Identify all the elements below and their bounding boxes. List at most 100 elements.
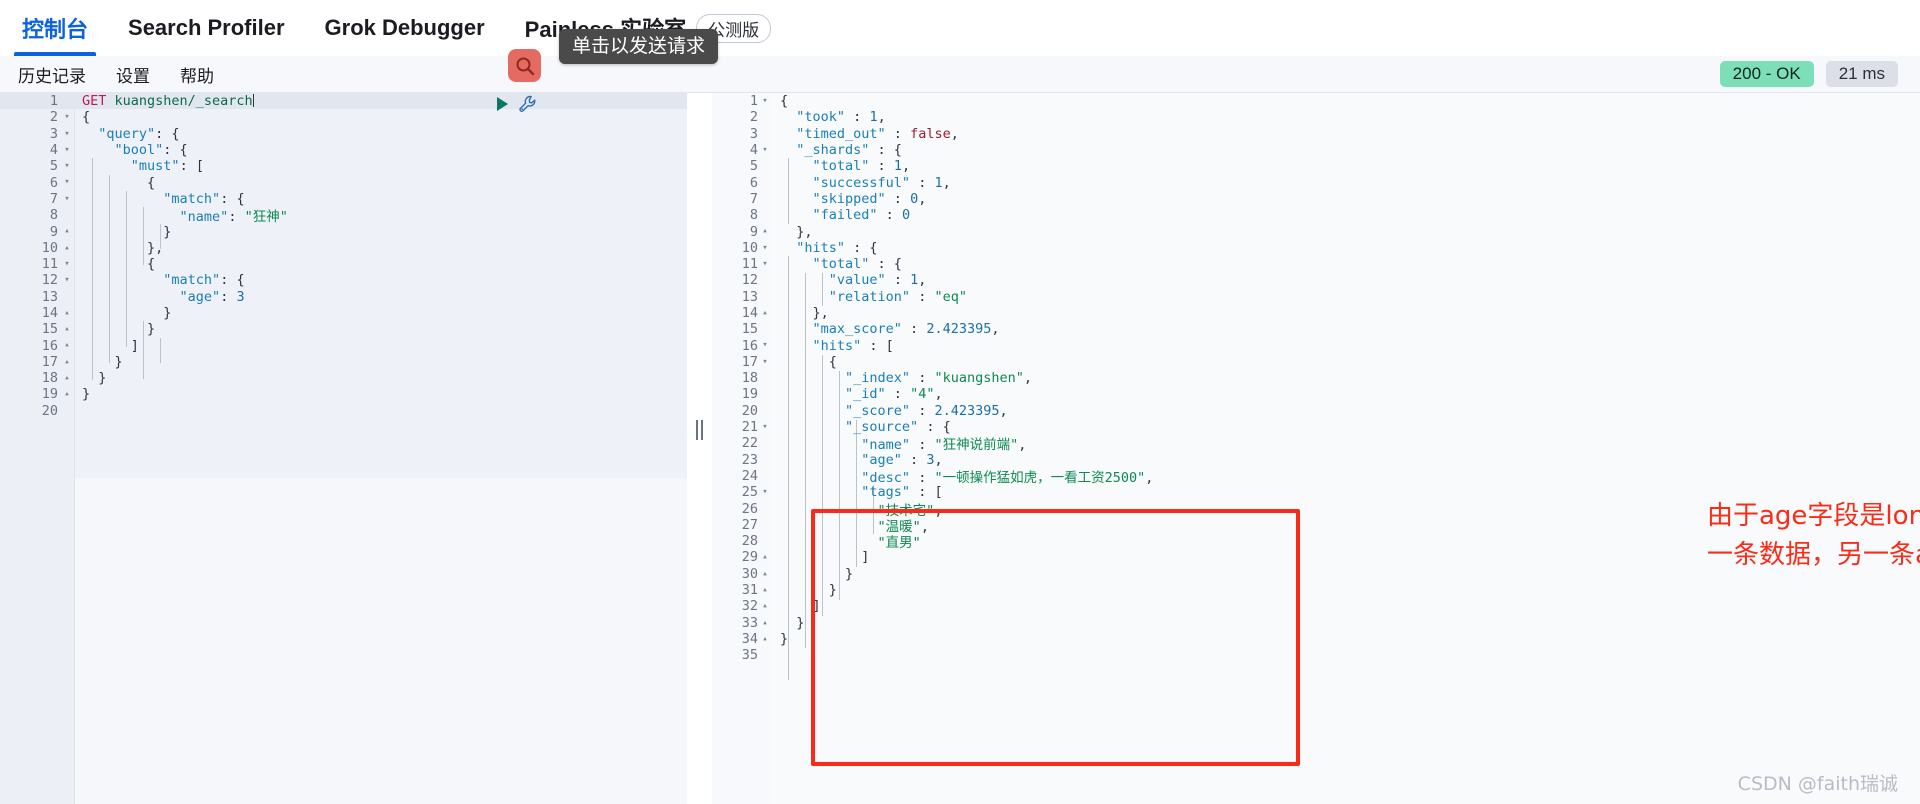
code-line[interactable]: 18 "_index" : "kuangshen", (712, 370, 1920, 386)
code-line[interactable]: 17 ▴ } (0, 354, 687, 370)
fold-toggle-icon[interactable]: ▴ (60, 386, 74, 402)
search-icon[interactable] (508, 49, 541, 82)
code-line[interactable]: 11 ▾ { (0, 256, 687, 272)
code-line[interactable]: 4 ▾ "_shards" : { (712, 142, 1920, 158)
line-number: 15 (41, 321, 58, 338)
code-line[interactable]: 6 "successful" : 1, (712, 174, 1920, 191)
pane-splitter[interactable] (687, 93, 713, 804)
code-line[interactable]: 34 ▴} (712, 631, 1920, 647)
code-text: } (74, 386, 687, 402)
subnav-item-help[interactable]: 帮助 (180, 62, 214, 87)
fold-toggle-icon[interactable]: ▾ (60, 126, 74, 142)
fold-toggle-icon[interactable]: ▴ (60, 305, 74, 321)
code-text: } (74, 224, 687, 240)
fold-toggle-icon[interactable]: ▾ (758, 142, 772, 158)
code-line[interactable]: 22 "name" : "狂神说前端", (712, 435, 1920, 453)
fold-toggle-icon[interactable]: ▴ (60, 321, 74, 337)
code-line[interactable]: 2 "took" : 1, (712, 109, 1920, 125)
fold-toggle-icon[interactable]: ▴ (758, 305, 772, 321)
annotation-note: 由于age字段是long型，所以精确匹配了，就只查出了 一条数据，另一条age为… (1707, 497, 1920, 575)
response-code-rows[interactable]: 1 ▾{2 "took" : 1, 3 "timed_out" : false, 4 ▾… (712, 93, 1920, 663)
code-line[interactable]: 5 ▾ "must": [ (0, 158, 687, 174)
fold-toggle-icon[interactable]: ▾ (60, 272, 74, 288)
code-line[interactable]: 8 "name": "狂神" (0, 207, 687, 225)
response-viewer-pane[interactable]: 1 ▾{2 "took" : 1, 3 "timed_out" : false, 4 ▾… (712, 93, 1920, 804)
code-line[interactable]: 18 ▴ } (0, 370, 687, 386)
code-line[interactable]: 20 "_score" : 2.423395, (712, 403, 1920, 419)
code-line[interactable]: 5 "total" : 1, (712, 158, 1920, 174)
tab-console[interactable]: 控制台 (6, 0, 104, 56)
code-line[interactable]: 14 ▴ } (0, 305, 687, 321)
code-line[interactable]: 1 ▾ { (712, 93, 1920, 109)
fold-toggle-icon[interactable]: ▾ (60, 142, 74, 158)
fold-toggle-icon[interactable]: ▴ (758, 582, 772, 598)
fold-toggle-icon[interactable]: ▾ (60, 109, 74, 125)
fold-toggle-icon[interactable]: ▾ (60, 191, 74, 207)
code-line[interactable]: 3 ▾ "query": { (0, 126, 687, 142)
fold-toggle-icon[interactable]: ▾ (758, 256, 772, 272)
fold-toggle-icon[interactable]: ▴ (60, 370, 74, 386)
tab-grok-debugger[interactable]: Grok Debugger (309, 0, 501, 56)
tab-search-profiler[interactable]: Search Profiler (112, 0, 301, 56)
code-line[interactable]: 2 ▾ { (0, 109, 687, 125)
code-line[interactable]: 4 ▾ "bool": { (0, 142, 687, 158)
code-line[interactable]: 10 ▴ }, (0, 240, 687, 256)
code-line[interactable]: 32 ▴ ] (712, 598, 1920, 614)
fold-toggle-icon[interactable]: ▴ (758, 615, 772, 631)
code-line[interactable]: 24 "desc" : "一顿操作猛如虎，一看工资2500", (712, 468, 1920, 486)
code-line[interactable]: 15 "max_score" : 2.423395, (712, 321, 1920, 337)
fold-toggle-icon[interactable]: ▾ (60, 158, 74, 174)
code-line[interactable]: 16 ▾ "hits" : [ (712, 337, 1920, 354)
code-line[interactable]: 8 "failed" : 0 (712, 207, 1920, 223)
code-line[interactable]: 15 ▴ } (0, 321, 687, 337)
code-line[interactable]: 19 ▴} (0, 386, 687, 402)
fold-toggle-icon[interactable]: ▾ (758, 484, 772, 500)
run-request-play-icon[interactable] (497, 97, 508, 111)
code-line[interactable]: 19 "_id" : "4", (712, 386, 1920, 402)
code-line[interactable]: 9 ▴ }, (712, 223, 1920, 240)
code-line[interactable]: 17 ▾ { (712, 354, 1920, 370)
wrench-icon[interactable] (518, 94, 538, 114)
code-line[interactable]: 11 ▾ "total" : { (712, 256, 1920, 272)
code-line[interactable]: 33 ▴ } (712, 615, 1920, 631)
subnav-item-history[interactable]: 历史记录 (18, 62, 86, 87)
fold-toggle-icon[interactable]: ▾ (758, 93, 772, 109)
code-line[interactable]: 35 (712, 647, 1920, 663)
code-line[interactable]: 12 ▾ "match": { (0, 272, 687, 288)
code-line[interactable]: 6 ▾ { (0, 174, 687, 191)
request-code-rows[interactable]: 1 GET kuangshen/_search 2 ▾{3 ▾ "query": {4 ▾… (0, 93, 687, 419)
fold-toggle-icon[interactable]: ▴ (758, 223, 772, 239)
fold-toggle-icon[interactable]: ▾ (758, 419, 772, 435)
code-line[interactable]: 7 "skipped" : 0, (712, 191, 1920, 207)
splitter-grip-icon[interactable] (696, 420, 704, 440)
fold-toggle-icon[interactable]: ▴ (60, 240, 74, 256)
fold-toggle-icon[interactable]: ▴ (758, 631, 772, 647)
code-line[interactable]: 9 ▴ } (0, 223, 687, 240)
fold-toggle-icon[interactable]: ▾ (758, 240, 772, 256)
fold-toggle-icon[interactable]: ▴ (758, 549, 772, 565)
code-line[interactable]: 14 ▴ }, (712, 305, 1920, 321)
fold-toggle-icon[interactable]: ▴ (60, 354, 74, 370)
fold-toggle-icon[interactable]: ▾ (60, 256, 74, 272)
code-line[interactable]: 13 "age": 3 (0, 289, 687, 305)
code-line[interactable]: 12 "value" : 1, (712, 272, 1920, 288)
editor-action-buttons[interactable] (497, 94, 557, 114)
request-editor-pane[interactable]: 1 GET kuangshen/_search 2 ▾{3 ▾ "query": {4 ▾… (0, 93, 688, 804)
fold-toggle-icon[interactable]: ▴ (758, 598, 772, 614)
code-line[interactable]: 31 ▴ } (712, 582, 1920, 598)
code-line[interactable]: 1 GET kuangshen/_search (0, 93, 687, 109)
fold-toggle-icon[interactable]: ▾ (60, 174, 74, 190)
code-line[interactable]: 3 "timed_out" : false, (712, 126, 1920, 142)
fold-toggle-icon[interactable]: ▴ (60, 223, 74, 239)
code-line[interactable]: 20 (0, 403, 687, 419)
subnav-item-settings[interactable]: 设置 (116, 62, 150, 87)
fold-toggle-icon[interactable]: ▾ (758, 354, 772, 370)
code-line[interactable]: 16 ▴ ] (0, 337, 687, 354)
fold-toggle-icon[interactable]: ▴ (758, 566, 772, 582)
code-line[interactable]: 13 "relation" : "eq" (712, 289, 1920, 305)
fold-toggle-icon[interactable]: ▴ (60, 337, 74, 353)
fold-toggle-icon[interactable]: ▾ (758, 337, 772, 353)
code-line[interactable]: 10 ▾ "hits" : { (712, 240, 1920, 256)
line-number: 14 (741, 305, 758, 321)
